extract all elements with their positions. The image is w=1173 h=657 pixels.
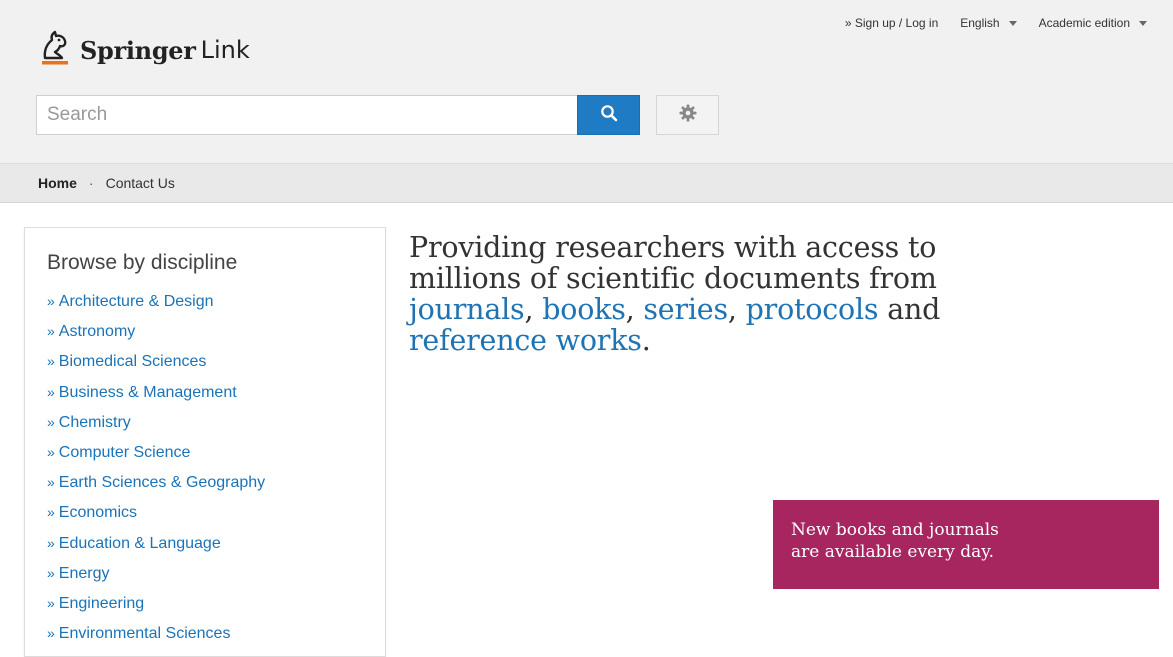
discipline-label: Business & Management [58, 383, 237, 401]
discipline-label: Chemistry [58, 413, 131, 431]
logo-brand-text: Springer [80, 35, 196, 65]
books-link[interactable]: books [542, 293, 626, 326]
series-link[interactable]: series [643, 293, 728, 326]
list-prefix: » [47, 625, 55, 642]
discipline-label: Economics [58, 504, 138, 522]
promo-line-1: New books and journals [791, 520, 999, 540]
hero-comma: , [625, 293, 635, 326]
hero-comma: , [524, 293, 534, 326]
edition-label: Academic edition [1038, 16, 1130, 30]
discipline-label: Earth Sciences & Geography [58, 474, 266, 492]
sign-up-login-link[interactable]: » Sign up / Log in [845, 16, 938, 30]
discipline-link-computer-science[interactable]: » Computer Science [47, 444, 265, 474]
list-prefix: » [47, 413, 55, 430]
hero-line-3: journals, books, series, protocols and [409, 294, 1089, 325]
logo-product-text: Link [200, 36, 250, 64]
search-icon [600, 104, 618, 127]
top-links: » Sign up / Log in English Academic edit… [845, 16, 1147, 30]
hero-and: and [887, 293, 941, 326]
breadcrumb-contact-link[interactable]: Contact Us [106, 175, 175, 191]
language-selector[interactable]: English [960, 16, 1017, 30]
hero-line-4: reference works. [409, 325, 1089, 356]
discipline-label: Astronomy [58, 323, 136, 341]
discipline-label: Energy [58, 564, 110, 582]
site-header: Springer Link » Sign up / Log in English… [0, 0, 1173, 163]
chevron-down-icon [1008, 21, 1017, 26]
hero-comma: , [727, 293, 737, 326]
list-prefix: » [47, 564, 55, 581]
browse-by-discipline-panel: Browse by discipline » Architecture & Des… [24, 227, 386, 657]
browse-title: Browse by discipline [47, 251, 238, 274]
list-prefix: » [47, 293, 55, 309]
discipline-link-business-management[interactable]: » Business & Management [47, 384, 265, 414]
language-label: English [960, 16, 1000, 30]
discipline-link-energy[interactable]: » Energy [47, 565, 265, 595]
discipline-label: Biomedical Sciences [58, 353, 207, 371]
new-content-banner[interactable]: New books and journals are available eve… [773, 500, 1159, 589]
hero-period: . [641, 324, 651, 357]
springer-link-logo[interactable]: Springer Link [38, 26, 250, 74]
discipline-label: Environmental Sciences [58, 625, 231, 643]
breadcrumb-home-link[interactable]: Home [38, 175, 77, 191]
list-prefix: » [47, 383, 55, 400]
breadcrumb: Home · Contact Us [0, 163, 1173, 203]
list-prefix: » [47, 504, 55, 521]
discipline-link-earth-sciences-geography[interactable]: » Earth Sciences & Geography [47, 474, 265, 504]
edition-selector[interactable]: Academic edition [1039, 16, 1147, 30]
gear-icon [679, 104, 697, 127]
discipline-link-architecture-design[interactable]: » Architecture & Design [47, 293, 265, 323]
list-prefix: » [47, 323, 55, 340]
discipline-link-chemistry[interactable]: » Chemistry [47, 414, 265, 444]
journals-link[interactable]: journals [409, 293, 525, 326]
breadcrumb-separator: · [88, 175, 94, 191]
list-prefix: » [47, 353, 55, 370]
discipline-label: Computer Science [58, 443, 191, 461]
knight-icon [38, 28, 80, 73]
list-prefix: » [47, 534, 55, 551]
hero-line-2: millions of scientific documents from [409, 262, 937, 295]
promo-line-2: are available every day. [791, 542, 995, 562]
search-preferences-button[interactable] [656, 95, 719, 135]
discipline-label: Architecture & Design [58, 293, 214, 310]
list-prefix: » [47, 594, 55, 611]
discipline-link-economics[interactable]: » Economics [47, 504, 265, 534]
protocols-link[interactable]: protocols [746, 293, 879, 326]
discipline-link-education-language[interactable]: » Education & Language [47, 535, 265, 565]
reference-works-link[interactable]: reference works [409, 324, 642, 357]
discipline-link-engineering[interactable]: » Engineering [47, 595, 265, 625]
search-input[interactable] [36, 95, 578, 135]
discipline-label: Education & Language [58, 534, 221, 552]
discipline-label: Engineering [58, 594, 145, 612]
discipline-link-biomedical-sciences[interactable]: » Biomedical Sciences [47, 353, 265, 383]
hero-tagline: Providing researchers with access to mil… [409, 232, 1089, 356]
chevron-down-icon [1139, 21, 1147, 26]
search-button[interactable] [577, 95, 640, 135]
discipline-link-astronomy[interactable]: » Astronomy [47, 323, 265, 353]
discipline-link-environmental-sciences[interactable]: » Environmental Sciences [47, 625, 265, 655]
list-prefix: » [47, 474, 55, 491]
list-prefix: » [47, 443, 55, 460]
discipline-list: » Architecture & Design » Astronomy » Biome… [47, 293, 265, 655]
hero-line-1: Providing researchers with access to [409, 231, 937, 264]
